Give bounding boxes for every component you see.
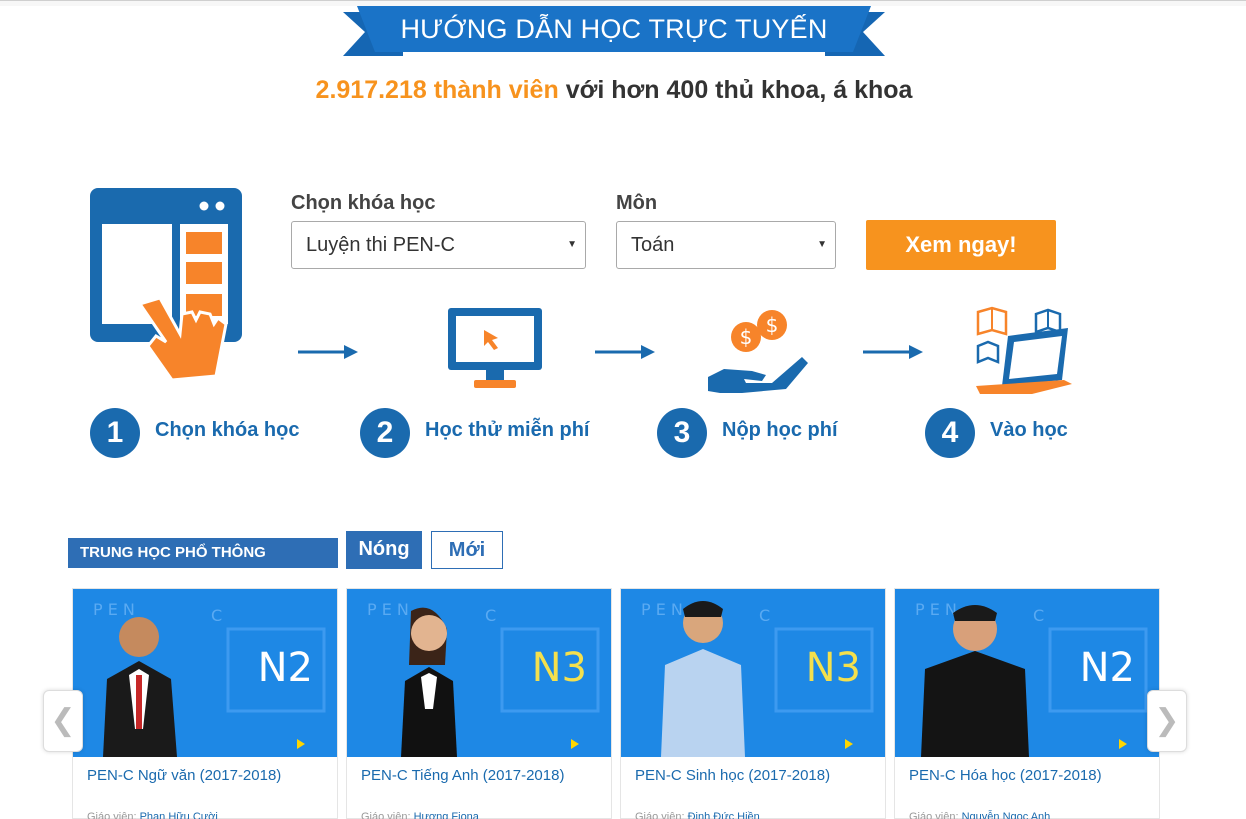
- step-4-label: Vào học: [990, 419, 1068, 441]
- teacher-prefix: Giáo viên:: [361, 811, 411, 819]
- course-thumbnail: P E N C N2: [895, 589, 1159, 757]
- carousel-next-button[interactable]: ❯: [1147, 690, 1187, 752]
- step-2-number: 2: [360, 408, 410, 458]
- course-select-value: Luyện thi PEN-C: [306, 234, 455, 256]
- course-title[interactable]: PEN-C Sinh học (2017-2018): [635, 767, 830, 784]
- step-1-label: Chọn khóa học: [155, 419, 300, 441]
- step-1-number: 1: [90, 408, 140, 458]
- course-teacher: Giáo viên: Nguyễn Ngọc Anh: [909, 811, 1050, 819]
- svg-text:C: C: [759, 606, 770, 625]
- hand-coins-icon: $ $: [708, 310, 808, 393]
- svg-text:C: C: [211, 606, 222, 625]
- category-heading[interactable]: TRUNG HỌC PHỔ THÔNG: [68, 538, 338, 568]
- course-card[interactable]: P E N C N3 PEN-C Tiếng Anh (2017-2018) G…: [346, 588, 612, 819]
- member-stats-text: với hơn 400 thủ khoa, á khoa: [565, 76, 913, 104]
- carousel-prev-button[interactable]: ❮: [43, 690, 83, 752]
- teacher-prefix: Giáo viên:: [909, 811, 959, 819]
- svg-text:C: C: [1033, 606, 1044, 625]
- course-title[interactable]: PEN-C Tiếng Anh (2017-2018): [361, 767, 564, 784]
- tablet-hand-icon: [90, 188, 242, 381]
- svg-text:P E N: P E N: [915, 600, 957, 619]
- step-4-number: 4: [925, 408, 975, 458]
- svg-text:P E N: P E N: [641, 600, 683, 619]
- step-3-number: 3: [657, 408, 707, 458]
- course-select[interactable]: Luyện thi PEN-C ▼: [291, 221, 586, 269]
- chevron-down-icon: ▼: [567, 239, 577, 250]
- course-code-badge: N2: [1079, 645, 1135, 691]
- arrow-right-icon: [863, 345, 923, 359]
- svg-text:$: $: [740, 325, 753, 349]
- tab-new[interactable]: Mới: [431, 531, 503, 569]
- tab-hot[interactable]: Nóng: [346, 531, 422, 569]
- course-teacher: Giáo viên: Đinh Đức Hiền: [635, 811, 760, 819]
- svg-text:P E N: P E N: [93, 600, 135, 619]
- guide-banner: HƯỚNG DẪN HỌC TRỰC TUYẾN: [343, 6, 885, 56]
- course-thumbnail: P E N C N3: [621, 589, 885, 757]
- course-title[interactable]: PEN-C Ngữ văn (2017-2018): [87, 767, 281, 784]
- svg-text:$: $: [766, 313, 779, 337]
- chevron-down-icon: ▼: [817, 239, 827, 250]
- step-2-label: Học thử miễn phí: [425, 419, 590, 441]
- member-stats: 2.917.218 thành viên với hơn 400 thủ kho…: [0, 76, 1228, 105]
- course-thumbnail: P E N C N2: [73, 589, 337, 757]
- course-teacher: Giáo viên: Hương Fiona: [361, 811, 479, 819]
- teacher-name[interactable]: Nguyễn Ngọc Anh: [962, 811, 1051, 819]
- course-code-badge: N2: [257, 645, 313, 691]
- teacher-name[interactable]: Đinh Đức Hiền: [688, 811, 760, 819]
- course-code-badge: N3: [805, 645, 861, 691]
- teacher-prefix: Giáo viên:: [635, 811, 685, 819]
- course-code-badge: N3: [531, 645, 587, 691]
- course-card[interactable]: P E N C N3 PEN-C Sinh học (2017-2018) Gi…: [620, 588, 886, 819]
- subject-select[interactable]: Toán ▼: [616, 221, 836, 269]
- teacher-name[interactable]: Phan Hữu Cười: [140, 811, 218, 819]
- step-3-label: Nộp học phí: [722, 419, 838, 441]
- arrow-right-icon: [298, 345, 358, 359]
- svg-text:P E N: P E N: [367, 600, 409, 619]
- laptop-books-icon: [976, 306, 1072, 394]
- course-card[interactable]: P E N C N2 PEN-C Ngữ văn (2017-2018) Giá…: [72, 588, 338, 819]
- course-title[interactable]: PEN-C Hóa học (2017-2018): [909, 767, 1102, 784]
- member-count: 2.917.218 thành viên: [315, 76, 559, 104]
- course-label: Chọn khóa học: [291, 192, 436, 214]
- view-now-button[interactable]: Xem ngay!: [866, 220, 1056, 270]
- svg-text:C: C: [485, 606, 496, 625]
- course-teacher: Giáo viên: Phan Hữu Cười: [87, 811, 218, 819]
- teacher-name[interactable]: Hương Fiona: [414, 811, 479, 819]
- monitor-cursor-icon: [448, 308, 542, 388]
- subject-select-value: Toán: [631, 234, 675, 256]
- teacher-prefix: Giáo viên:: [87, 811, 137, 819]
- course-card[interactable]: P E N C N2 PEN-C Hóa học (2017-2018) Giá…: [894, 588, 1160, 819]
- subject-label: Môn: [616, 192, 658, 214]
- arrow-right-icon: [595, 345, 655, 359]
- course-thumbnail: P E N C N3: [347, 589, 611, 757]
- banner-title: HƯỚNG DẪN HỌC TRỰC TUYẾN: [400, 14, 828, 44]
